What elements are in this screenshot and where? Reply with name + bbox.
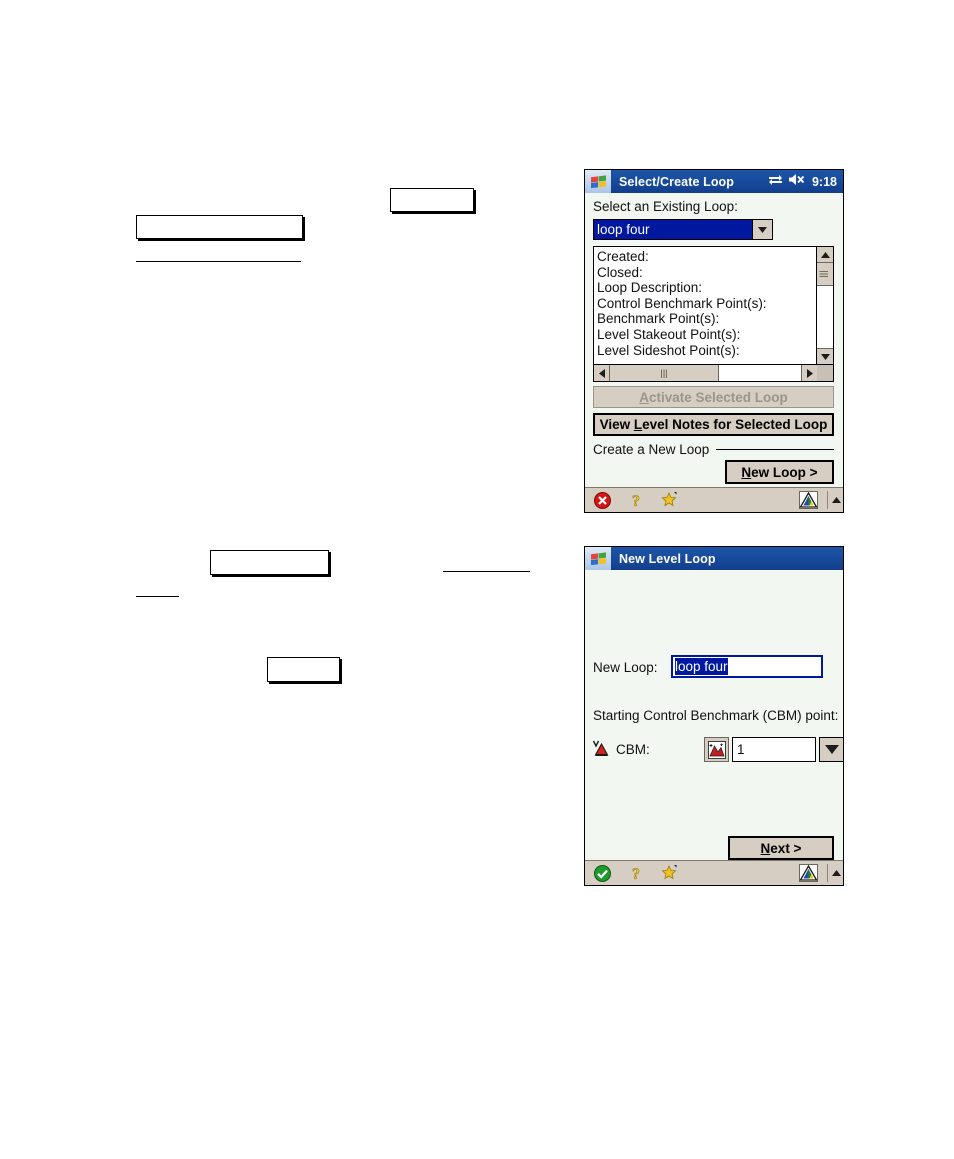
- cbm-value-field[interactable]: 1: [732, 737, 816, 762]
- cbm-triangle-point-icon: [592, 740, 612, 758]
- new-loop-label: New Loop:: [593, 660, 658, 675]
- rule-under-top-left: [136, 261, 301, 262]
- view-level-notes-label: View Level Notes for Selected Loop: [599, 417, 828, 432]
- command-bar-separator: [827, 491, 828, 509]
- group-divider-rule: [716, 449, 834, 450]
- svg-text:?: ?: [632, 493, 640, 509]
- cbm-label: CBM:: [616, 742, 650, 757]
- svg-text:?: ?: [632, 866, 640, 882]
- horizontal-scroll-thumb[interactable]: |||: [610, 365, 719, 381]
- list-item[interactable]: Closed:: [597, 265, 816, 281]
- window1-tray: 9:18: [768, 173, 843, 191]
- blank-box-mid-left: [210, 550, 329, 575]
- window2-command-bar-right: [791, 861, 843, 886]
- window1-clock: 9:18: [811, 174, 837, 189]
- app-triangle-logo-icon[interactable]: [791, 488, 825, 513]
- existing-loop-combo-value: loop four: [594, 220, 752, 239]
- loop-details-listbox[interactable]: Created: Closed: Loop Description: Control …: [593, 246, 834, 382]
- input-panel-arrow-icon[interactable]: [830, 488, 843, 513]
- scroll-left-arrow-icon[interactable]: [594, 365, 610, 381]
- cbm-section-label: Starting Control Benchmark (CBM) point:: [593, 708, 839, 723]
- window1-command-bar: ?: [585, 487, 843, 512]
- scroll-down-arrow-icon[interactable]: [817, 348, 833, 364]
- scrollbar-corner: [817, 365, 833, 381]
- loop-details-items[interactable]: Created: Closed: Loop Description: Control …: [594, 247, 816, 364]
- cbm-value: 1: [737, 742, 745, 757]
- window2-titlebar: New Level Loop: [585, 547, 843, 570]
- window1-command-bar-right: [791, 488, 843, 513]
- list-item[interactable]: Created:: [597, 249, 816, 265]
- rule-left-small: [136, 596, 179, 597]
- app-triangle-logo-icon[interactable]: [791, 861, 825, 886]
- blank-box-lower: [267, 657, 340, 682]
- network-connections-icon[interactable]: [768, 173, 783, 191]
- window1-titlebar: Select/Create Loop 9:18: [585, 170, 843, 193]
- select-create-loop-window: Select/Create Loop 9:18 Select an Existi…: [584, 169, 844, 513]
- help-question-icon[interactable]: ?: [619, 861, 653, 886]
- cbm-dropdown-button[interactable]: [819, 737, 844, 762]
- blank-box-top-left: [136, 215, 303, 239]
- view-level-notes-button[interactable]: View Level Notes for Selected Loop: [593, 413, 834, 436]
- activate-selected-loop-button[interactable]: Activate Selected Loop: [593, 386, 834, 408]
- window2-title: New Level Loop: [619, 551, 716, 566]
- new-level-loop-window: New Level Loop New Loop: loop four Start…: [584, 546, 844, 886]
- close-red-x-icon[interactable]: [585, 488, 619, 513]
- speaker-muted-icon[interactable]: [788, 173, 807, 191]
- create-new-loop-group-label: Create a New Loop: [593, 442, 710, 457]
- vertical-scroll-track[interactable]: [817, 286, 833, 348]
- help-question-icon[interactable]: ?: [619, 488, 653, 513]
- list-item[interactable]: Level Sideshot Point(s):: [597, 343, 816, 359]
- new-loop-label: New Loop >: [741, 464, 818, 480]
- window2-command-bar: ?: [585, 860, 843, 885]
- scroll-up-arrow-icon[interactable]: [817, 247, 833, 263]
- list-item[interactable]: Benchmark Point(s):: [597, 311, 816, 327]
- chevron-down-icon[interactable]: [752, 220, 772, 239]
- input-panel-arrow-icon[interactable]: [830, 861, 843, 886]
- new-loop-name-input[interactable]: loop four: [671, 655, 823, 678]
- list-item[interactable]: Control Benchmark Point(s):: [597, 296, 816, 312]
- ok-green-check-icon[interactable]: [585, 861, 619, 886]
- window2-body: New Loop: loop four Starting Control Ben…: [585, 570, 844, 860]
- listbox-horizontal-scrollbar[interactable]: |||: [594, 364, 833, 381]
- listbox-vertical-scrollbar[interactable]: |||: [816, 247, 833, 364]
- start-flag-icon[interactable]: [585, 547, 611, 570]
- map-pick-point-icon[interactable]: [704, 737, 729, 762]
- vertical-scroll-thumb[interactable]: |||: [817, 263, 833, 286]
- existing-loop-combo[interactable]: loop four: [593, 219, 773, 240]
- command-bar-separator: [827, 864, 828, 882]
- star-favorites-icon[interactable]: [653, 488, 687, 513]
- scroll-right-arrow-icon[interactable]: [801, 365, 817, 381]
- rule-right-mid: [443, 571, 530, 572]
- list-item[interactable]: Level Stakeout Point(s):: [597, 327, 816, 343]
- new-loop-name-value: loop four: [675, 658, 728, 675]
- next-label: Next >: [760, 840, 802, 856]
- start-flag-icon[interactable]: [585, 170, 611, 193]
- new-loop-button[interactable]: New Loop >: [725, 460, 834, 484]
- list-item[interactable]: Loop Description:: [597, 280, 816, 296]
- window1-title: Select/Create Loop: [619, 174, 735, 189]
- window1-body: Select an Existing Loop: loop four Creat…: [585, 193, 843, 487]
- horizontal-scroll-track[interactable]: [719, 365, 801, 381]
- star-favorites-icon[interactable]: [653, 861, 687, 886]
- blank-box-top-right: [390, 188, 474, 212]
- next-button[interactable]: Next >: [728, 836, 834, 860]
- select-existing-loop-label: Select an Existing Loop:: [593, 199, 738, 214]
